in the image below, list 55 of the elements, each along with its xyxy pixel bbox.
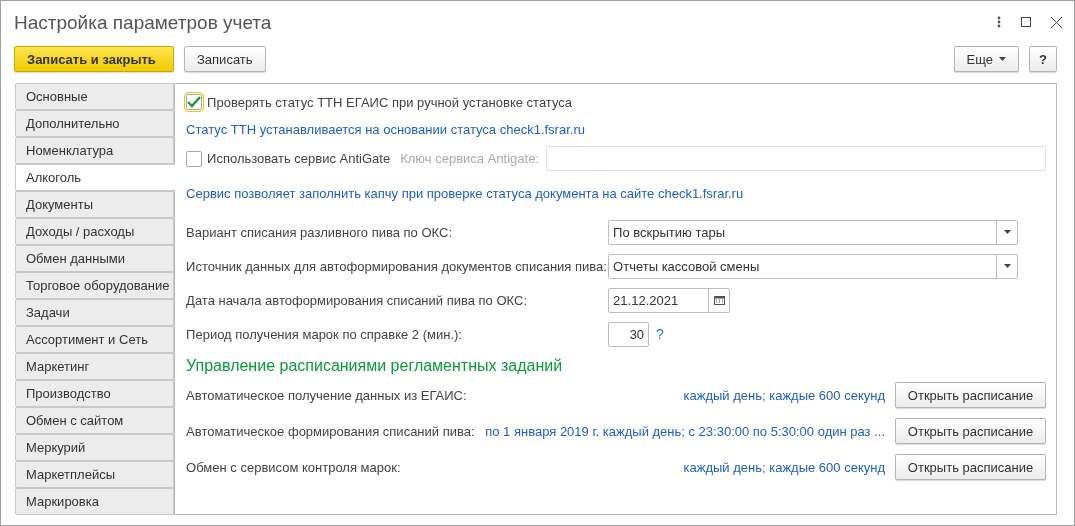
sidebar-tab[interactable]: Дополнительно [15, 110, 175, 137]
antigate-note-link[interactable]: Сервис позволяет заполнить капчу при проверке статуса документа на сайте check1.fsrar.ru [186, 185, 744, 201]
schedule-link[interactable]: по 1 января 2019 г. каждый день; с 23:30:00 по 5:30:00 один раз ... [485, 423, 885, 439]
sidebar-tab[interactable]: Документы [15, 191, 175, 218]
sidebar-tab[interactable]: Номенклатура [15, 137, 175, 164]
sidebar-tab[interactable]: Обмен данными [15, 245, 175, 272]
close-icon[interactable] [1051, 16, 1062, 28]
schedule-link[interactable]: каждый день; каждые 600 секунд [683, 459, 885, 475]
save-and-close-button[interactable]: Записать и закрыть [14, 46, 174, 72]
sidebar-tab[interactable]: Доходы / расходы [15, 218, 175, 245]
schedule-link[interactable]: каждый день; каждые 600 секунд [683, 387, 885, 403]
open-schedule-button[interactable]: Открыть расписание [895, 454, 1046, 480]
dropdown-caret-icon [1003, 230, 1011, 234]
help-link[interactable]: ? [656, 326, 664, 342]
number-field[interactable]: 30 [608, 321, 650, 347]
sidebar-tab[interactable]: Торговое оборудование [15, 272, 175, 299]
window-title: Настройка параметров учета [14, 11, 273, 34]
schedule-label: Обмен с сервисом контроля марок: [186, 459, 401, 475]
field-label: Период получения марок по справке 2 (мин.): [186, 326, 463, 342]
field-label: Ключ сервиса Antigate: [400, 151, 539, 166]
sidebar-tab[interactable]: Маркировка [15, 488, 175, 515]
status-note-link[interactable]: Статус ТТН устанавливается на основании статуса check1.fsrar.ru [186, 121, 585, 137]
sidebar-tab[interactable]: Маркетплейсы [15, 461, 175, 488]
sidebar-tab[interactable]: Алкоголь [15, 164, 176, 191]
schedule-label: Автоматическое формирования списаний пива: [186, 423, 475, 439]
dropdown-field[interactable]: Отчеты кассовой смены [608, 253, 1019, 279]
sidebar-tab[interactable]: Обмен с сайтом [15, 407, 175, 434]
sidebar-tab[interactable]: Меркурий [15, 434, 175, 461]
key-input-field[interactable] [546, 146, 1046, 171]
sidebar-tab[interactable]: Основные [15, 83, 175, 110]
sidebar-tab[interactable]: Маркетинг [15, 353, 175, 380]
help-button[interactable]: ? [1029, 46, 1057, 72]
field-label: Источник данных для автоформирования документов списания пива: [186, 258, 608, 274]
checkbox-label: Использовать сервис AntiGate [207, 151, 391, 166]
calendar-icon[interactable] [713, 295, 725, 305]
sidebar-tab[interactable]: Производство [15, 380, 175, 407]
checkbox[interactable] [186, 150, 203, 167]
date-field[interactable]: 21.12.2021 [608, 287, 731, 313]
schedule-label: Автоматическое получение данных из ЕГАИС: [186, 387, 467, 403]
sidebar-tab[interactable]: Задачи [15, 299, 175, 326]
dropdown-caret-icon [1003, 264, 1011, 268]
checkbox-label: Проверять статус ТТН ЕГАИС при ручной установке статуса [207, 94, 572, 110]
maximize-icon[interactable] [1021, 17, 1031, 27]
field-label: Дата начала автоформирования списаний пива по ОКС: [186, 292, 528, 308]
save-button[interactable]: Записать [184, 46, 266, 72]
caret-icon [999, 57, 1007, 61]
more-options-icon[interactable] [997, 16, 1001, 28]
sidebar-tab[interactable]: Ассортимент и Сеть [15, 326, 175, 353]
section-title: Управление расписаниями регламентных заданий [186, 357, 564, 375]
open-schedule-button[interactable]: Открыть расписание [895, 418, 1046, 444]
checkbox[interactable] [186, 94, 203, 110]
more-button[interactable]: Еще [953, 46, 1020, 72]
open-schedule-button[interactable]: Открыть расписание [895, 382, 1046, 408]
dropdown-field[interactable]: По вскрытию тары [608, 219, 1019, 245]
field-label: Вариант списания разливного пива по ОКС: [186, 224, 453, 240]
